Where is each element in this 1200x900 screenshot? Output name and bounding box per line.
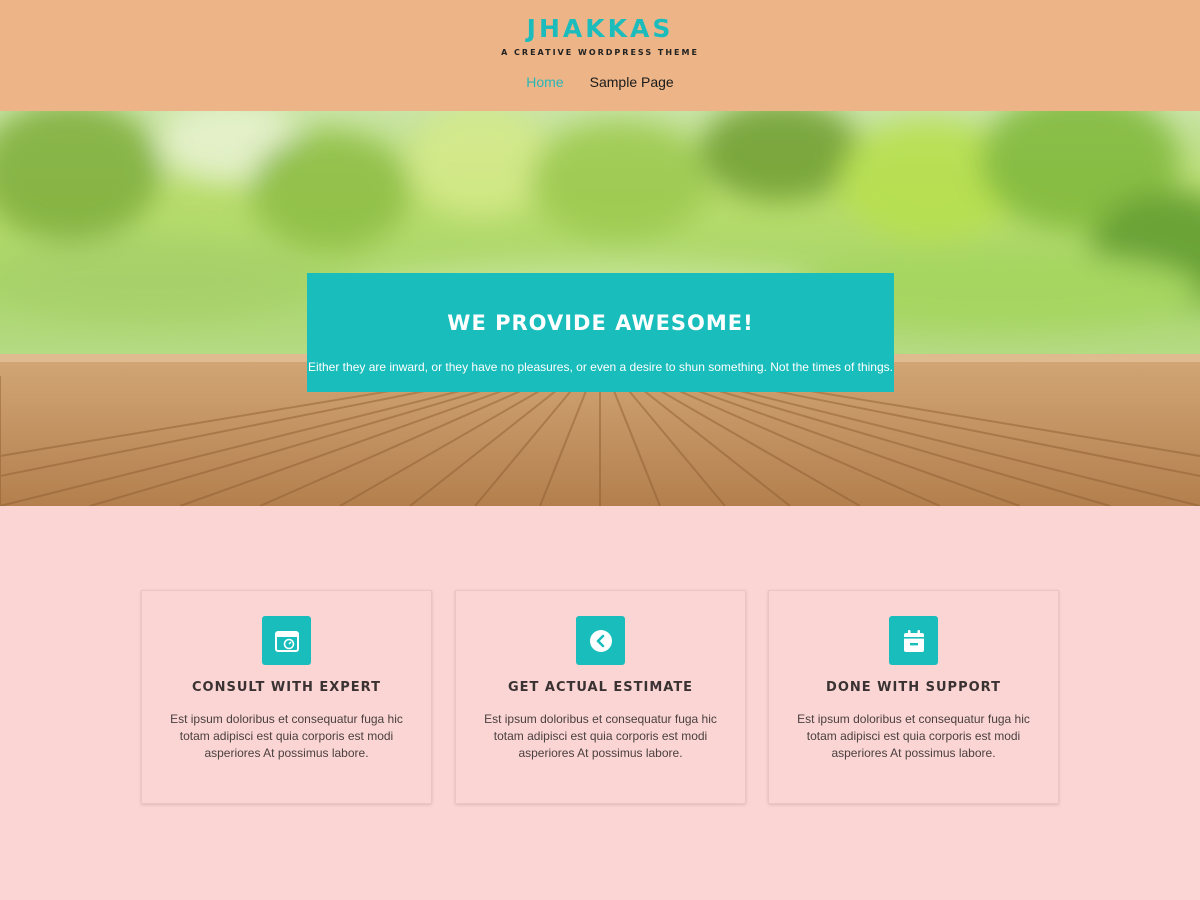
hero-description: Either they are inward, or they have no …	[308, 360, 893, 374]
feature-title: CONSULT WITH EXPERT	[192, 680, 381, 695]
site-title[interactable]: JHAKKAS	[0, 14, 1200, 43]
site-tagline: A CREATIVE WORDPRESS THEME	[501, 48, 699, 57]
hero-title: WE PROVIDE AWESOME!	[447, 311, 754, 335]
calendar-minus-icon	[889, 616, 938, 665]
calendar-clock-icon	[262, 616, 311, 665]
feature-card-estimate: GET ACTUAL ESTIMATE Est ipsum doloribus …	[455, 590, 746, 804]
feature-description: Est ipsum doloribus et consequatur fuga …	[797, 712, 1030, 760]
hero-banner: WE PROVIDE AWESOME! Either they are inwa…	[0, 111, 1200, 506]
site-header: JHAKKAS A CREATIVE WORDPRESS THEME Home …	[0, 0, 1200, 111]
feature-title: DONE WITH SUPPORT	[826, 680, 1001, 695]
features-section: CONSULT WITH EXPERT Est ipsum doloribus …	[0, 506, 1200, 900]
nav-sample-page-link[interactable]: Sample Page	[590, 74, 674, 90]
main-nav: Home Sample Page	[0, 74, 1200, 90]
nav-home-link[interactable]: Home	[526, 74, 563, 90]
feature-title: GET ACTUAL ESTIMATE	[507, 680, 694, 695]
hero-callout-box: WE PROVIDE AWESOME! Either they are inwa…	[307, 273, 894, 392]
feature-card-support: DONE WITH SUPPORT Est ipsum doloribus et…	[768, 590, 1059, 804]
feature-description: Est ipsum doloribus et consequatur fuga …	[170, 712, 403, 760]
feature-card-consult: CONSULT WITH EXPERT Est ipsum doloribus …	[141, 590, 432, 804]
feature-description: Est ipsum doloribus et consequatur fuga …	[484, 712, 717, 760]
chevron-left-circle-icon	[576, 616, 625, 665]
